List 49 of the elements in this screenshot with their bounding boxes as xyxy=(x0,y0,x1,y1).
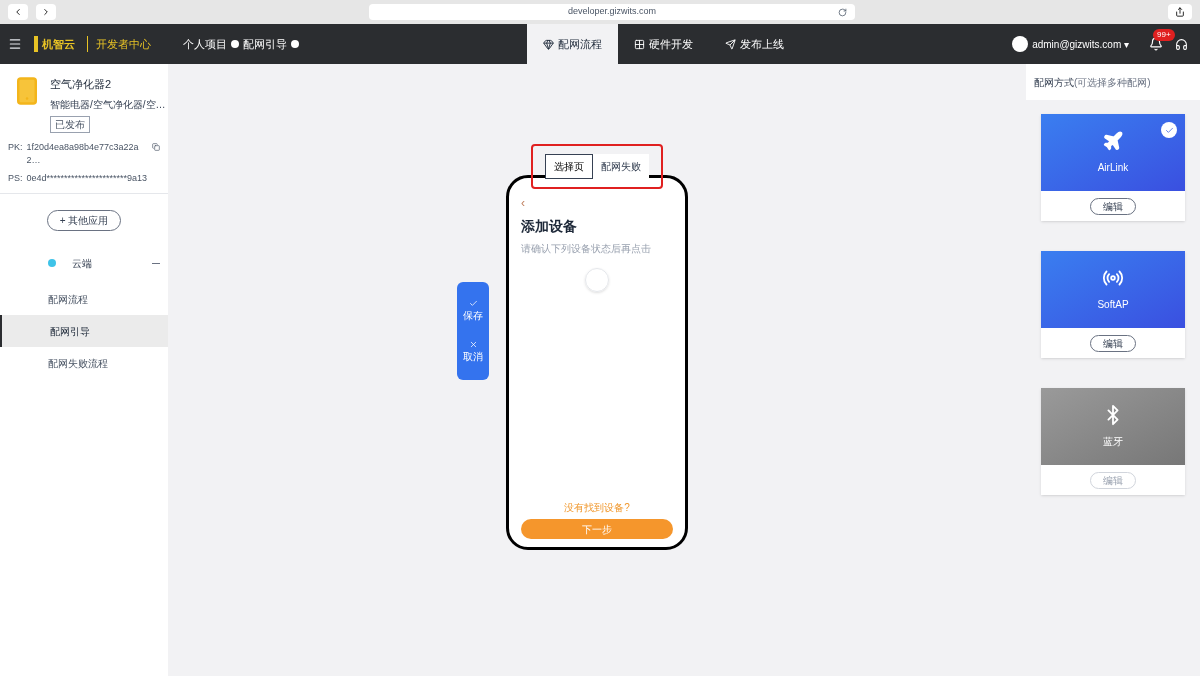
notification-icon[interactable] xyxy=(1149,37,1163,51)
float-action-button[interactable]: 取消 xyxy=(463,339,483,364)
preview-tab[interactable]: 配网失败 xyxy=(593,154,649,179)
phone-title: 添加设备 xyxy=(521,217,578,236)
developer-center-label: 开发者中心 xyxy=(87,35,151,53)
method-card[interactable]: AirLink 编辑 xyxy=(1041,114,1185,221)
phone-subtitle: 请确认下列设备状态后再点击 xyxy=(521,242,652,256)
grid-icon xyxy=(634,38,645,50)
breadcrumb-item[interactable]: 配网引导 xyxy=(243,35,299,53)
method-card[interactable]: SoftAP 编辑 xyxy=(1041,251,1185,358)
float-action-button[interactable]: 保存 xyxy=(463,298,483,323)
method-label: AirLink xyxy=(1097,161,1129,175)
share-button[interactable] xyxy=(1168,4,1192,20)
check-icon xyxy=(468,298,478,308)
gem-icon xyxy=(543,38,554,50)
share-icon xyxy=(1175,7,1185,17)
close-icon xyxy=(468,339,478,349)
forward-icon xyxy=(41,7,51,17)
logo[interactable]: 机智云 xyxy=(34,35,75,53)
airplane-icon xyxy=(1102,130,1124,152)
method-label: SoftAP xyxy=(1097,298,1129,312)
panel-title: 配网方式(可选择多种配网) xyxy=(1034,75,1151,90)
preview-tab[interactable]: 选择页 xyxy=(545,154,593,179)
top-tab[interactable]: 配网流程 xyxy=(527,24,618,64)
status-tag: 已发布 xyxy=(50,115,90,133)
copy-icon[interactable] xyxy=(152,142,160,151)
menu-icon[interactable] xyxy=(8,37,22,51)
paper-plane-icon xyxy=(725,38,736,50)
sidebar-item[interactable]: 配网失败流程 xyxy=(0,347,168,379)
sidebar-item[interactable]: 配网引导 xyxy=(0,315,168,347)
breadcrumb-item[interactable]: 个人项目 xyxy=(183,35,239,53)
method-card[interactable]: 蓝牙 编辑 xyxy=(1041,388,1185,495)
key-label: PS: xyxy=(8,171,23,185)
sidebar-group[interactable]: 云端 xyxy=(72,255,92,271)
top-tab[interactable]: 硬件开发 xyxy=(618,24,709,64)
sidebar-item[interactable]: 配网流程 xyxy=(0,283,168,315)
notification-badge: 99+ xyxy=(1153,29,1175,41)
address-bar[interactable]: developer.gizwits.com xyxy=(369,4,855,20)
reload-icon[interactable] xyxy=(838,7,847,17)
back-icon xyxy=(13,7,23,17)
user-account[interactable]: admin@gizwits.com ▾ xyxy=(1032,36,1129,52)
method-label: 蓝牙 xyxy=(1103,435,1123,449)
avatar-icon[interactable] xyxy=(1012,36,1029,52)
key-value: 1f20d4ea8a98b4e77c3a22a2… xyxy=(26,140,140,167)
top-tab[interactable]: 发布上线 xyxy=(709,24,800,64)
support-icon[interactable] xyxy=(1175,37,1188,51)
key-label: PK: xyxy=(8,140,23,154)
key-value: 0e4d***********************9a13 xyxy=(26,171,148,185)
product-name: 空气净化器2 xyxy=(50,77,113,92)
